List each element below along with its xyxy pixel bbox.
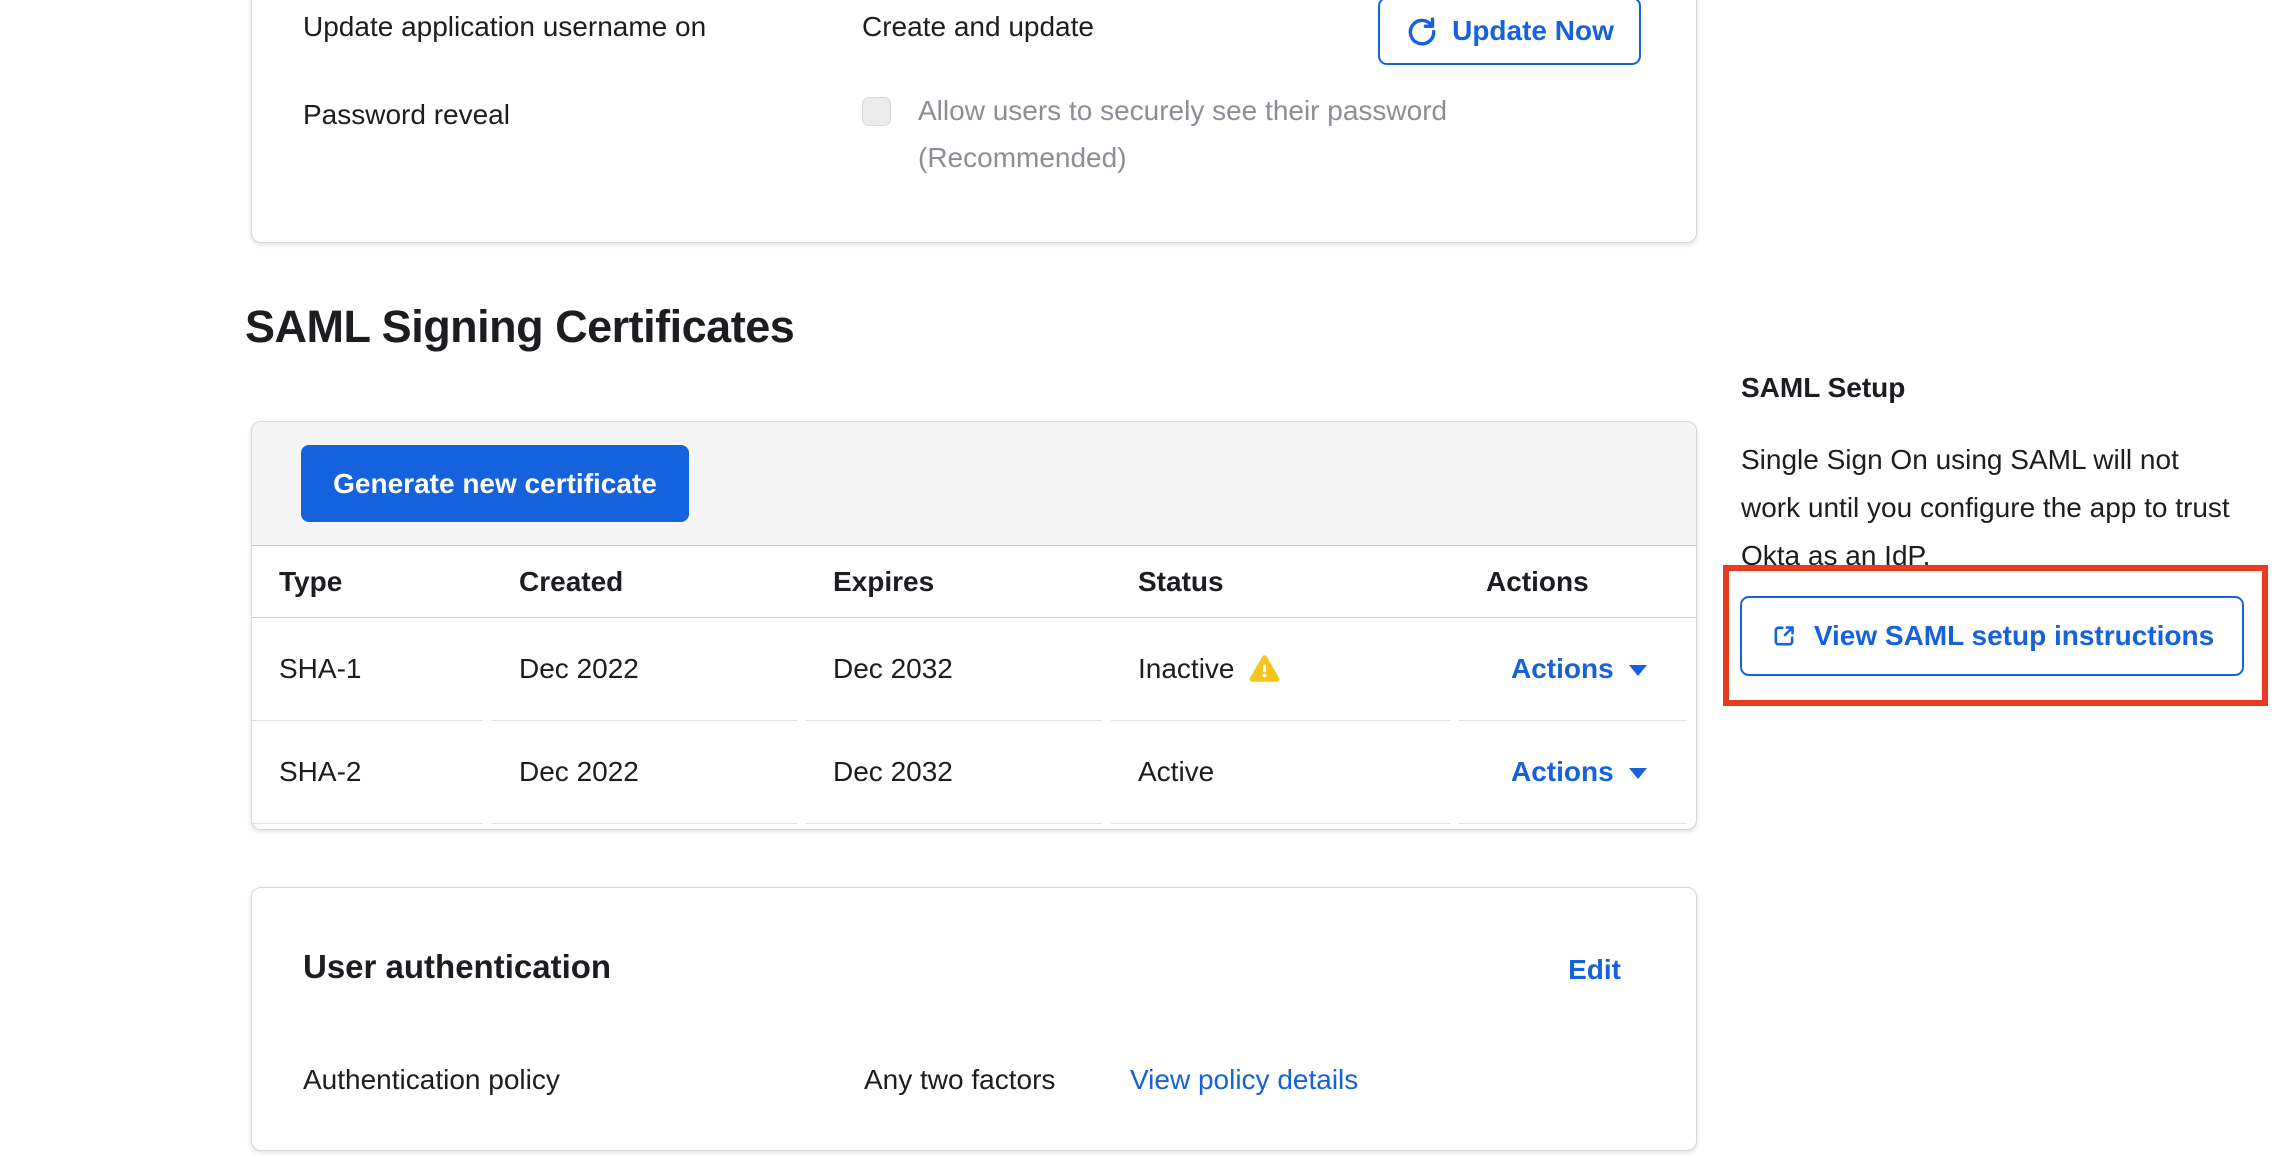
certificates-toolbar: Generate new certificate — [252, 422, 1696, 546]
cell-expires: Dec 2032 — [806, 721, 1102, 824]
actions-dropdown[interactable]: Actions — [1511, 653, 1647, 685]
cell-expires: Dec 2032 — [806, 618, 1102, 721]
update-now-button[interactable]: Update Now — [1378, 0, 1641, 65]
view-saml-setup-instructions-button[interactable]: View SAML setup instructions — [1740, 596, 2244, 676]
sign-on-settings-card: Update application username on Create an… — [251, 0, 1697, 243]
password-reveal-label: Password reveal — [303, 99, 510, 131]
authentication-policy-label: Authentication policy — [303, 1064, 560, 1096]
edit-link[interactable]: Edit — [1568, 954, 1621, 986]
cell-created: Dec 2022 — [492, 618, 797, 721]
username-update-value: Create and update — [862, 11, 1094, 43]
saml-setup-panel: SAML Setup Single Sign On using SAML wil… — [1741, 372, 2241, 580]
page-title: SAML Signing Certificates — [245, 301, 794, 353]
chevron-down-icon — [1629, 665, 1647, 676]
column-header-created: Created — [492, 566, 806, 598]
password-reveal-description-line2: (Recommended) — [918, 134, 1558, 181]
cell-type: SHA-2 — [252, 721, 483, 824]
column-header-status: Status — [1111, 566, 1459, 598]
column-header-expires: Expires — [806, 566, 1111, 598]
external-link-icon — [1770, 622, 1798, 650]
authentication-policy-value: Any two factors — [864, 1064, 1055, 1096]
page: Update application username on Create an… — [0, 0, 2279, 1158]
actions-dropdown-label: Actions — [1511, 653, 1614, 685]
view-policy-details-link[interactable]: View policy details — [1130, 1064, 1358, 1096]
user-authentication-card: User authentication Edit Authentication … — [251, 887, 1697, 1151]
cell-actions: Actions — [1459, 618, 1687, 721]
user-authentication-title: User authentication — [303, 948, 611, 986]
status-text: Active — [1138, 756, 1214, 788]
certificates-card: Generate new certificate Type Created Ex… — [251, 421, 1697, 830]
column-header-type: Type — [252, 566, 492, 598]
cell-actions: Actions — [1459, 721, 1687, 824]
generate-certificate-button[interactable]: Generate new certificate — [301, 445, 689, 522]
warning-icon — [1248, 654, 1281, 685]
username-update-label: Update application username on — [303, 11, 706, 43]
view-saml-setup-instructions-label: View SAML setup instructions — [1814, 620, 2214, 652]
cell-status: Active — [1111, 721, 1450, 824]
actions-dropdown-label: Actions — [1511, 756, 1614, 788]
saml-setup-description: Single Sign On using SAML will not work … — [1741, 436, 2233, 580]
password-reveal-description: Allow users to securely see their passwo… — [918, 87, 1558, 181]
saml-setup-title: SAML Setup — [1741, 372, 2241, 404]
table-row: SHA-1 Dec 2022 Dec 2032 Inactive Actions — [252, 618, 1696, 721]
column-header-actions: Actions — [1459, 566, 1696, 598]
refresh-icon — [1405, 15, 1438, 48]
cell-created: Dec 2022 — [492, 721, 797, 824]
password-reveal-description-line1: Allow users to securely see their passwo… — [918, 87, 1558, 134]
table-row: SHA-2 Dec 2022 Dec 2032 Active Actions — [252, 721, 1696, 824]
cell-type: SHA-1 — [252, 618, 483, 721]
update-now-label: Update Now — [1452, 15, 1614, 47]
cell-status: Inactive — [1111, 618, 1450, 721]
certificates-table-header: Type Created Expires Status Actions — [252, 547, 1696, 618]
password-reveal-checkbox[interactable] — [862, 97, 891, 126]
status-text: Inactive — [1138, 653, 1235, 685]
chevron-down-icon — [1629, 768, 1647, 779]
actions-dropdown[interactable]: Actions — [1511, 756, 1647, 788]
